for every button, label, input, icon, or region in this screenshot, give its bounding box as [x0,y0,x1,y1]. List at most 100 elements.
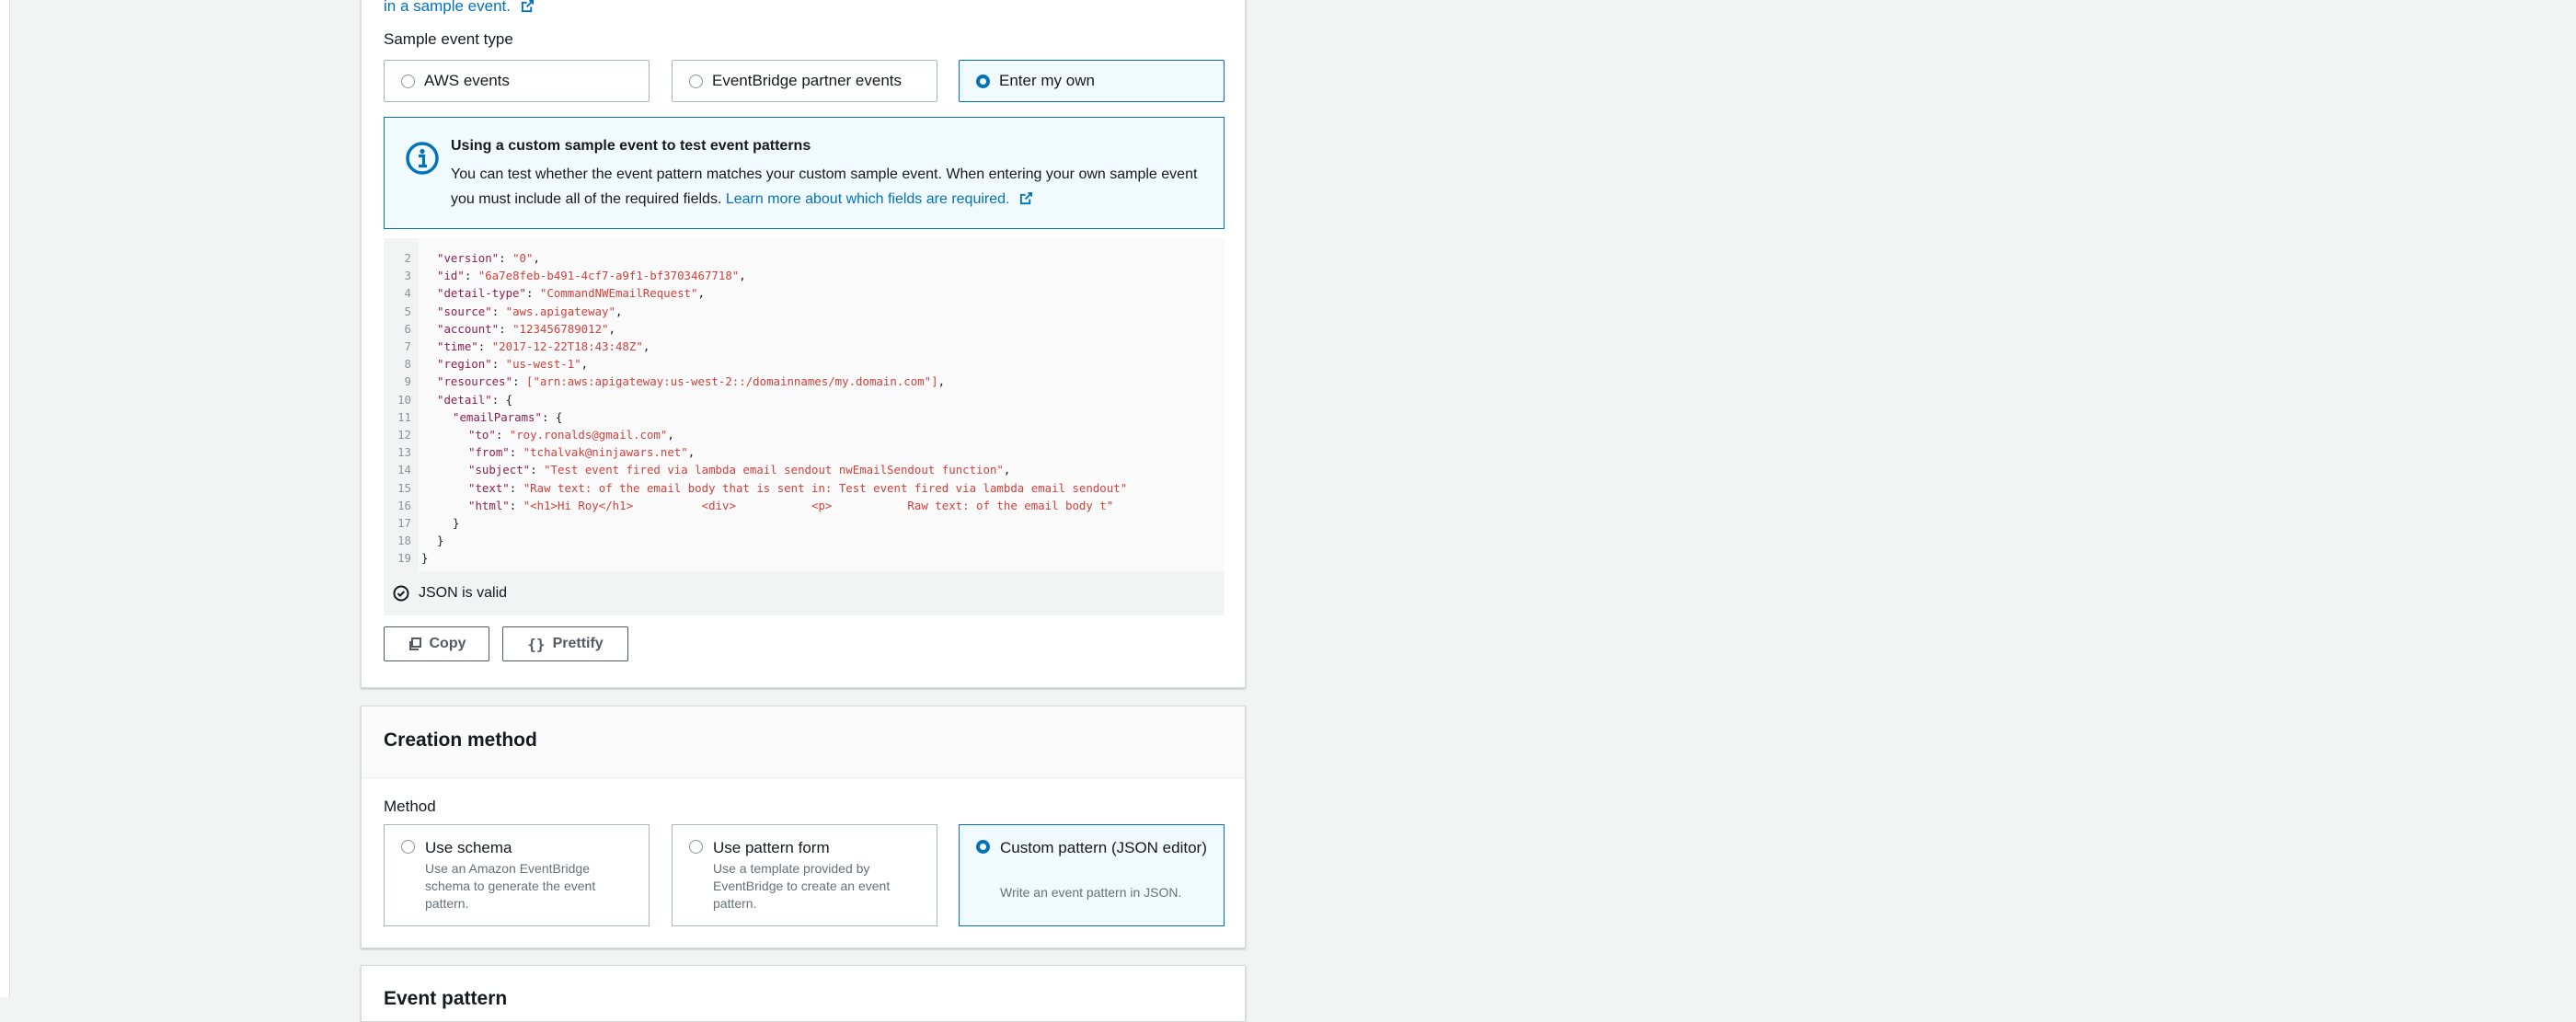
sample-event-type-label: Sample event type [384,30,513,48]
json-key: "time" [437,339,478,353]
json-punctuation: , [581,357,589,372]
copy-button[interactable]: Copy [384,626,489,661]
line-number: 10 [397,392,411,407]
info-alert: Using a custom sample event to test even… [384,117,1225,229]
json-colon: : [509,480,523,495]
json-value: "123456789012" [512,321,609,336]
code-text: "to": "roy.ronalds@gmail.com", [468,426,674,443]
code-text: "detail-type": "CommandNWEmailRequest", [437,284,705,302]
code-text: "id": "6a7e8feb-b491-4cf7-a9f1-bf3703467… [437,267,746,284]
line-number: 3 [404,269,411,283]
json-punctuation: , [937,374,946,389]
sample-event-link-text: in a sample event. [384,0,511,15]
json-key: "subject" [468,463,531,477]
json-value: "2017-12-22T18:43:48Z" [491,339,643,353]
line-number: 12 [397,428,411,442]
code-line: 14 "subject": "Test event fired via lambd… [384,461,1225,478]
code-line: 9 "resources": ["arn:aws:apigateway:us-we… [384,373,1225,390]
json-key: "source" [437,304,492,318]
creation-method-title: Creation method [384,729,537,751]
radio-tile-label: EventBridge partner events [712,72,903,89]
json-colon: : [491,392,506,407]
radio-tile-use-pattern-form[interactable]: Use pattern form Use a template provided… [672,824,937,926]
radio-button-selected[interactable] [976,74,990,88]
json-validity-status: JSON is valid [384,571,1225,615]
radio-tile-custom-pattern[interactable]: Custom pattern (JSON editor) Write an ev… [959,824,1225,926]
prettify-button[interactable]: {} Prettify [502,626,628,661]
code-line: 17} [384,514,1225,532]
json-value: "roy.ronalds@gmail.com" [509,428,668,442]
required-fields-link[interactable]: Learn more about which fields are requir… [726,191,1033,207]
prettify-button-label: Prettify [552,636,604,651]
sample-event-link[interactable]: in a sample event. [384,0,535,16]
radio-tile-label: AWS events [424,72,510,89]
code-text: "resources": ["arn:aws:apigateway:us-wes… [437,373,945,390]
json-key: "id" [437,269,465,283]
json-punctuation: , [608,321,615,336]
code-text: "account": "123456789012", [437,320,615,338]
radio-tile-title: Custom pattern (JSON editor) [1000,839,1207,856]
json-punctuation: , [667,428,674,442]
radio-tile-enter-my-own[interactable]: Enter my own [959,60,1225,102]
code-text: } [453,514,459,532]
code-line: 10 "detail": { [384,391,1225,408]
json-colon: : [509,445,523,460]
code-text: "subject": "Test event fired via lambda … [468,461,1010,478]
json-colon: : [499,321,513,336]
left-navigation-rail [0,0,10,997]
json-validity-text: JSON is valid [419,585,508,601]
required-fields-link-text: Learn more about which fields are requir… [725,191,1010,207]
line-number: 4 [404,286,411,301]
radio-tile-label: Enter my own [999,72,1095,89]
external-link-icon [1019,191,1032,205]
json-value: "CommandNWEmailRequest" [539,286,698,301]
radio-button[interactable] [689,74,703,88]
code-line: 12 "to": "roy.ronalds@gmail.com", [384,426,1225,443]
json-value: "us-west-1" [505,357,581,372]
radio-button[interactable] [689,840,703,854]
line-number: 7 [404,339,411,353]
json-punctuation: , [642,339,650,353]
json-punctuation: , [697,286,705,301]
json-colon: : [499,251,513,265]
radio-tile-partner-events[interactable]: EventBridge partner events [672,60,937,102]
line-number: 11 [397,409,411,424]
code-line: 8 "region": "us-west-1", [384,355,1225,373]
code-text: "text": "Raw text: of the email body tha… [468,479,1127,497]
radio-button-selected[interactable] [976,840,990,854]
radio-button[interactable] [401,74,415,88]
code-text: "emailParams": { [453,408,562,426]
json-key: "text" [468,480,510,495]
code-text: "html": "<h1>Hi Roy</h1> <div> <p> Raw t… [468,497,1113,514]
json-colon: : [477,339,492,353]
line-number: 14 [397,463,411,477]
code-text: "region": "us-west-1", [437,355,588,373]
json-key: "detail" [437,392,492,407]
json-value: { [555,409,563,424]
line-number: 2 [404,251,411,265]
json-colon: : [491,357,506,372]
json-colon: : [525,286,540,301]
creation-method-panel: Creation method Method Use schema Use an… [361,706,1246,948]
radio-tile-aws-events[interactable]: AWS events [384,60,650,102]
json-colon: : [509,498,523,512]
code-line: 15 "text": "Raw text: of the email body t… [384,479,1225,497]
line-number: 17 [397,516,411,530]
code-line: 18} [384,532,1225,549]
json-value: } [421,551,429,566]
radio-tile-use-schema[interactable]: Use schema Use an Amazon EventBridge sch… [384,824,650,926]
method-label: Method [384,798,436,815]
json-punctuation: , [687,445,696,460]
event-pattern-panel: Event pattern [361,965,1246,1022]
radio-button[interactable] [401,840,415,854]
code-text: "version": "0", [437,249,540,267]
json-value: ["arn:aws:apigateway:us-west-2::/domainn… [525,374,938,389]
json-punctuation: , [739,269,746,283]
json-value: "Raw text: of the email body that is sen… [523,480,1128,495]
json-colon: : [464,269,478,283]
code-line: 13 "from": "tchalvak@ninjawars.net", [384,443,1225,461]
json-colon: : [491,304,506,318]
json-punctuation: , [1003,463,1011,477]
json-code-editor[interactable]: 2 "version": "0", 3 "id": "6a7e8feb-b491-4c… [384,238,1225,571]
json-key: "detail-type" [437,286,526,301]
